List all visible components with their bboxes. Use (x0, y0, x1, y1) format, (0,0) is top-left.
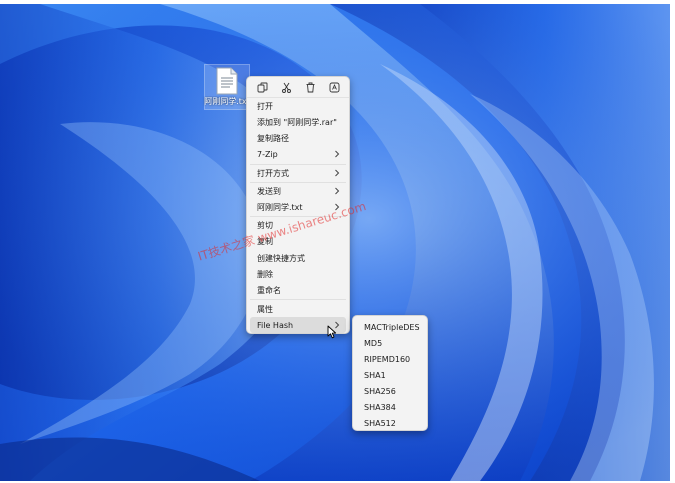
chevron-right-icon (335, 187, 340, 195)
menu-item-open-with[interactable]: 打开方式 (250, 165, 346, 181)
menu-item-label: 打开方式 (257, 168, 289, 178)
chevron-right-icon (335, 150, 340, 158)
menu-item-label: 复制路径 (257, 133, 289, 143)
desktop-file-item[interactable]: 阿刚同学.txt (204, 64, 250, 110)
context-menu: 打开 添加到 "阿刚同学.rar" 复制路径 7-Zip 打开方式 发送到 阿刚… (246, 76, 350, 334)
menu-separator (250, 299, 346, 300)
menu-item-file-submenu[interactable]: 阿刚同学.txt (250, 199, 346, 215)
screen: 阿刚同学.txt 打开 添加到 "阿刚同学.rar" 复制路径 7-Zip 打开… (0, 0, 675, 483)
submenu-item-sha256[interactable]: SHA256 (356, 383, 424, 399)
chevron-right-icon (335, 169, 340, 177)
delete-icon (306, 82, 314, 92)
submenu-item-md5[interactable]: MD5 (356, 335, 424, 351)
menu-item-rename[interactable]: 重命名 (250, 282, 346, 298)
cut-icon (281, 82, 291, 93)
rename-icon (329, 82, 339, 92)
submenu-item-mactripledes[interactable]: MACTripleDES (356, 319, 424, 335)
submenu-item-label: MACTripleDES (364, 322, 420, 332)
cut-button[interactable] (279, 80, 293, 94)
menu-item-open[interactable]: 打开 (250, 98, 346, 114)
menu-item-label: 添加到 "阿刚同学.rar" (257, 117, 337, 127)
menu-item-send-to[interactable]: 发送到 (250, 183, 346, 199)
submenu-item-ripemd160[interactable]: RIPEMD160 (356, 351, 424, 367)
menu-item-cut[interactable]: 剪切 (250, 217, 346, 233)
submenu-item-sha512[interactable]: SHA512 (356, 415, 424, 431)
rename-button[interactable] (327, 80, 341, 94)
menu-item-label: 7-Zip (257, 149, 278, 159)
menu-item-label: 剪切 (257, 220, 273, 230)
submenu-item-sha384[interactable]: SHA384 (356, 399, 424, 415)
menu-item-copy[interactable]: 复制 (250, 233, 346, 249)
delete-button[interactable] (303, 80, 317, 94)
menu-item-label: 创建快捷方式 (257, 253, 305, 263)
menu-item-properties[interactable]: 属性 (250, 301, 346, 317)
file-hash-submenu: MACTripleDES MD5 RIPEMD160 SHA1 SHA256 S… (352, 315, 428, 431)
menu-item-label: 阿刚同学.txt (257, 202, 303, 212)
menu-item-label: 重命名 (257, 285, 281, 295)
menu-item-label: 属性 (257, 304, 273, 314)
copy-button[interactable] (255, 80, 269, 94)
submenu-item-label: SHA256 (364, 386, 396, 396)
text-file-icon (216, 67, 238, 95)
submenu-item-label: SHA384 (364, 402, 396, 412)
menu-item-label: 复制 (257, 236, 273, 246)
submenu-item-sha1[interactable]: SHA1 (356, 367, 424, 383)
submenu-item-label: SHA512 (364, 418, 396, 428)
menu-item-create-shortcut[interactable]: 创建快捷方式 (250, 250, 346, 266)
menu-item-label: 发送到 (257, 186, 281, 196)
menu-item-copy-path[interactable]: 复制路径 (250, 130, 346, 146)
chevron-right-icon (335, 203, 340, 211)
menu-item-label: File Hash (257, 320, 294, 330)
menu-item-delete[interactable]: 删除 (250, 266, 346, 282)
menu-item-label: 删除 (257, 269, 273, 279)
submenu-item-label: RIPEMD160 (364, 354, 411, 364)
context-menu-toolbar (247, 77, 349, 98)
file-name-label: 阿刚同学.txt (204, 97, 250, 106)
mouse-cursor-icon (327, 325, 337, 339)
menu-item-add-to-archive[interactable]: 添加到 "阿刚同学.rar" (250, 114, 346, 130)
submenu-item-label: SHA1 (364, 370, 386, 380)
copy-icon (257, 82, 267, 92)
menu-item-7zip[interactable]: 7-Zip (250, 146, 346, 162)
submenu-item-label: MD5 (364, 338, 383, 348)
menu-item-label: 打开 (257, 101, 273, 111)
